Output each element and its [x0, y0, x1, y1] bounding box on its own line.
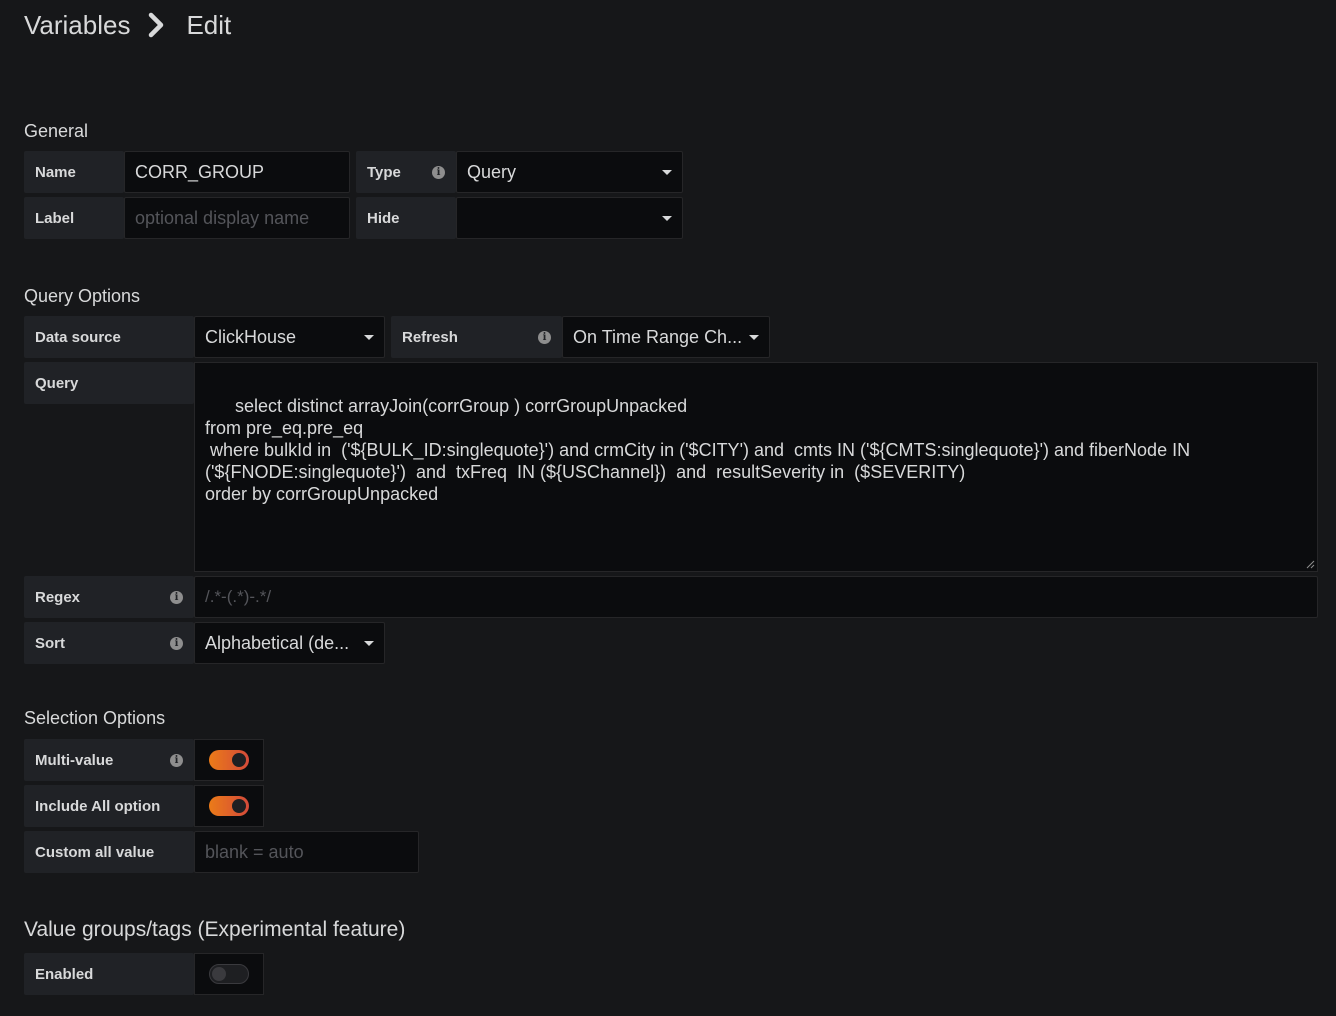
- multi-value-label: Multi-value i: [24, 739, 194, 781]
- include-all-label-text: Include All option: [35, 797, 161, 815]
- sort-label-text: Sort: [35, 634, 65, 652]
- datasource-select[interactable]: ClickHouse: [194, 316, 385, 358]
- multi-value-toggle[interactable]: [209, 750, 249, 770]
- hide-select[interactable]: [456, 197, 683, 239]
- datasource-label-text: Data source: [35, 328, 121, 346]
- hide-label-text: Hide: [367, 209, 400, 227]
- type-label-text: Type: [367, 163, 401, 181]
- label-label: Label: [24, 197, 124, 239]
- regex-row: Regex i /.*-(.*)-.*/: [24, 576, 1318, 618]
- refresh-label-text: Refresh: [402, 328, 458, 346]
- query-textarea[interactable]: select distinct arrayJoin(corrGroup ) co…: [194, 362, 1318, 572]
- datasource-label: Data source: [24, 316, 194, 358]
- label-hide-row: Label optional display name Hide: [24, 197, 683, 239]
- query-text: select distinct arrayJoin(corrGroup ) co…: [205, 396, 1191, 504]
- breadcrumb-variables-link[interactable]: Variables: [24, 10, 130, 41]
- custom-all-row: Custom all value blank = auto: [24, 831, 419, 873]
- caret-down-icon: [749, 334, 759, 340]
- chevron-right-icon: [149, 12, 164, 38]
- query-label: Query: [24, 362, 194, 404]
- multi-value-label-text: Multi-value: [35, 751, 114, 769]
- refresh-label: Refresh i: [391, 316, 562, 358]
- type-select[interactable]: Query: [456, 151, 683, 193]
- name-label: Name: [24, 151, 124, 193]
- value-groups-section-title: Value groups/tags (Experimental feature): [24, 918, 406, 941]
- include-all-label: Include All option: [24, 785, 194, 827]
- selection-options-section-title: Selection Options: [24, 708, 166, 728]
- multi-value-row: Multi-value i: [24, 739, 264, 781]
- name-label-text: Name: [35, 163, 76, 181]
- query-options-section-title: Query Options: [24, 286, 141, 306]
- caret-down-icon: [364, 640, 374, 646]
- label-input[interactable]: optional display name: [124, 197, 350, 239]
- refresh-select-value: On Time Range Ch...: [573, 326, 743, 347]
- include-all-switch-cell: [194, 785, 264, 827]
- regex-label-text: Regex: [35, 588, 81, 606]
- label-label-text: Label: [35, 209, 75, 227]
- sort-select[interactable]: Alphabetical (de...: [194, 622, 385, 664]
- resize-grip-icon[interactable]: [1305, 559, 1315, 569]
- name-type-row: Name CORR_GROUP Type i Query: [24, 151, 683, 193]
- regex-label: Regex i: [24, 576, 194, 618]
- caret-down-icon: [662, 169, 672, 175]
- hide-label: Hide: [356, 197, 456, 239]
- general-section-title: General: [24, 121, 89, 141]
- include-all-toggle[interactable]: [209, 796, 249, 816]
- enabled-row: Enabled: [24, 953, 264, 995]
- custom-all-label-text: Custom all value: [35, 843, 155, 861]
- enabled-switch-cell: [194, 953, 264, 995]
- datasource-select-value: ClickHouse: [205, 326, 297, 347]
- info-icon[interactable]: i: [432, 165, 445, 179]
- variable-edit-page: Variables Edit General Name CORR_GROUP T…: [0, 0, 1336, 1016]
- custom-all-label: Custom all value: [24, 831, 194, 873]
- name-input[interactable]: CORR_GROUP: [124, 151, 350, 193]
- include-all-row: Include All option: [24, 785, 264, 827]
- query-label-text: Query: [35, 374, 79, 392]
- caret-down-icon: [364, 334, 374, 340]
- sort-label: Sort i: [24, 622, 194, 664]
- sort-select-value: Alphabetical (de...: [205, 632, 350, 653]
- enabled-label-text: Enabled: [35, 965, 94, 983]
- refresh-select[interactable]: On Time Range Ch...: [562, 316, 770, 358]
- regex-input[interactable]: /.*-(.*)-.*/: [194, 576, 1318, 618]
- info-icon[interactable]: i: [170, 753, 183, 767]
- info-icon[interactable]: i: [170, 590, 183, 604]
- multi-value-switch-cell: [194, 739, 264, 781]
- caret-down-icon: [662, 215, 672, 221]
- type-label: Type i: [356, 151, 456, 193]
- info-icon[interactable]: i: [538, 330, 551, 344]
- enabled-toggle[interactable]: [209, 964, 249, 984]
- query-row: Query select distinct arrayJoin(corrGrou…: [24, 362, 1318, 572]
- breadcrumb: Variables Edit: [24, 8, 231, 42]
- enabled-label: Enabled: [24, 953, 194, 995]
- datasource-refresh-row: Data source ClickHouse Refresh i On Time…: [24, 316, 770, 358]
- breadcrumb-current: Edit: [186, 9, 232, 40]
- info-icon[interactable]: i: [170, 636, 183, 650]
- type-select-value: Query: [467, 161, 517, 182]
- sort-row: Sort i Alphabetical (de...: [24, 622, 385, 664]
- custom-all-input[interactable]: blank = auto: [194, 831, 419, 873]
